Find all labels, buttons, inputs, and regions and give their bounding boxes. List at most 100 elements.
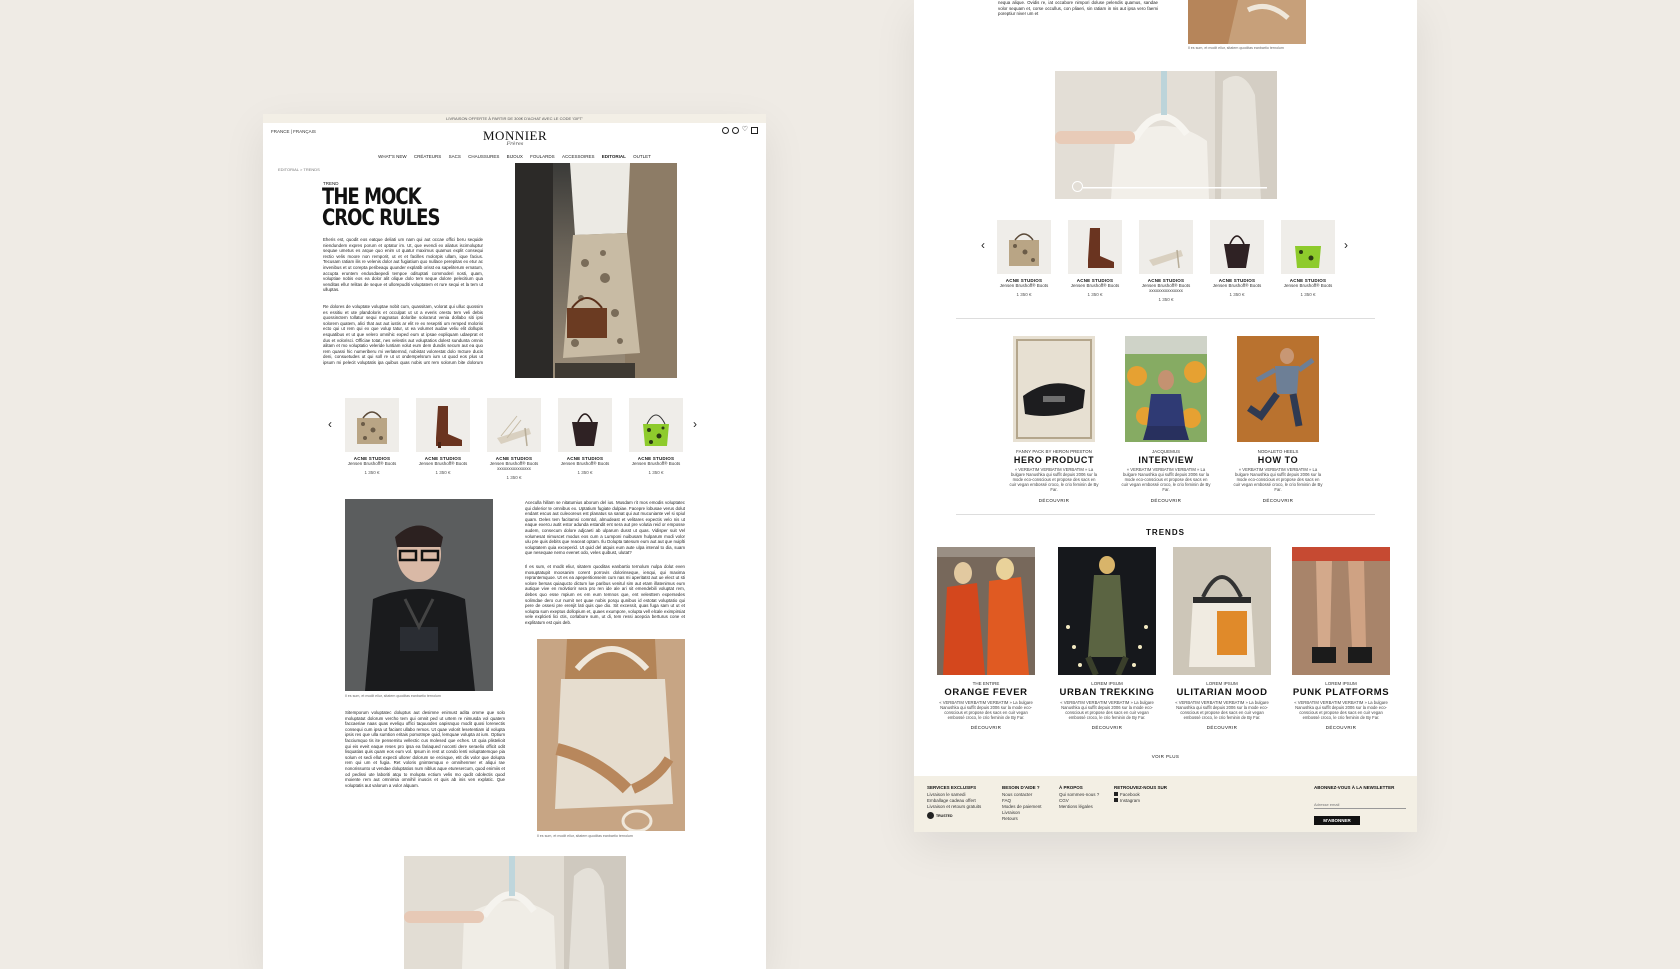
carousel-next-button[interactable]: ›: [693, 417, 697, 431]
product-price: 1 350 €: [1158, 297, 1174, 302]
discover-link[interactable]: DÉCOUVRIR: [936, 725, 1036, 730]
image-caption: Il es sum, et modit eliur, sitatem quodi…: [1188, 46, 1284, 50]
newsletter-email-input[interactable]: [1314, 801, 1406, 809]
product-name: Jensen Brushoff® Boots: [631, 461, 681, 466]
feature-title: HOW TO: [1257, 455, 1299, 465]
feature-image-fanny-pack: [1013, 336, 1095, 442]
product-image-strappy-heel: [1139, 220, 1193, 274]
hero-image-croc-skirt: [515, 163, 677, 378]
footer-col-social: RETROUVEZ-NOUS SUR Facebook Instagram: [1114, 785, 1167, 804]
footer-link[interactable]: Livraison et retours gratuits: [927, 804, 981, 810]
newsletter-title: ABONNEZ-VOUS À LA NEWSLETTER: [1314, 785, 1395, 790]
trusted-label: TRUSTED: [936, 813, 953, 818]
discover-link[interactable]: DÉCOUVRIR: [1233, 498, 1323, 503]
nav-item-bijoux[interactable]: BIJOUX: [507, 154, 523, 159]
footer-link[interactable]: Retours: [1002, 816, 1042, 822]
product-card[interactable]: ACNE STUDIOS Jensen Brushoff® Boots 1 35…: [997, 220, 1051, 297]
article-body-top: nequa alique. Ovidis re, iat occabore ni…: [998, 0, 1158, 17]
video-player[interactable]: [1055, 71, 1277, 199]
product-card[interactable]: ACNE STUDIOS Jensen Brushoff® Boots 1 35…: [345, 398, 399, 475]
product-name: Jensen Brushoff® Boots: [999, 283, 1049, 288]
product-card[interactable]: ACNE STUDIOS Jensen Brushoff® Boots 1 35…: [1281, 220, 1335, 297]
subscribe-button[interactable]: M'ABONNER: [1314, 816, 1360, 825]
nav-item-editorial[interactable]: EDITORIAL: [602, 154, 626, 159]
feature-desc: « VERBATIM VERBATIM VERBATIM » La bulgar…: [1009, 467, 1099, 492]
article-title: THE MOCK CROC RULES: [322, 187, 440, 230]
article-body-3: Aceculla hillam se nitatumius aborum del…: [525, 500, 685, 556]
product-price: 1 350 €: [1016, 292, 1032, 297]
product-image-black-bag: [558, 398, 612, 452]
product-card[interactable]: ACNE STUDIOS Jensen Brushoff® Boots 1 35…: [629, 398, 683, 475]
product-price: 1 350 €: [577, 470, 593, 475]
feature-card-interview[interactable]: JACQUEMUS INTERVIEW « VERBATIM VERBATIM …: [1121, 336, 1211, 503]
trend-image-trench: [1058, 547, 1156, 675]
feature-card-hero-product[interactable]: FANNY PACK BY HERON PRESTON HERO PRODUCT…: [1009, 336, 1099, 503]
facebook-icon: [1114, 792, 1118, 796]
product-card[interactable]: ACNE STUDIOS Jensen Brushoff® Boots xxxx…: [1139, 220, 1193, 302]
main-nav: WHAT'S NEW CRÉATEURS SACS CHAUSSURES BIJ…: [263, 154, 766, 159]
discover-link[interactable]: DÉCOUVRIR: [1291, 725, 1391, 730]
carousel-next-button[interactable]: ›: [1344, 238, 1348, 252]
instagram-link[interactable]: Instagram: [1114, 798, 1167, 804]
cart-icon[interactable]: [751, 127, 758, 134]
discover-link[interactable]: DÉCOUVRIR: [1057, 725, 1157, 730]
product-card[interactable]: ACNE STUDIOS Jensen Brushoff® Boots 1 35…: [1210, 220, 1264, 297]
feature-desc: « VERBATIM VERBATIM VERBATIM » La bulgar…: [1233, 467, 1323, 492]
trend-desc: « VERBATIM VERBATIM VERBATIM » La bulgar…: [1175, 700, 1269, 720]
instagram-label: Instagram: [1120, 798, 1141, 803]
feature-kicker: FANNY PACK BY HERON PRESTON: [1016, 449, 1092, 454]
discover-link[interactable]: DÉCOUVRIR: [1121, 498, 1211, 503]
footer-col-title: RETROUVEZ-NOUS SUR: [1114, 785, 1168, 790]
header-icons: ♡: [721, 126, 758, 134]
product-card[interactable]: ACNE STUDIOS Jensen Brushoff® Boots 1 35…: [1068, 220, 1122, 297]
trend-card-punk-platforms[interactable]: LOREM IPSUM PUNK PLATFORMS « VERBATIM VE…: [1291, 547, 1391, 730]
search-icon[interactable]: [731, 127, 739, 134]
nav-item-whats-new[interactable]: WHAT'S NEW: [378, 154, 407, 159]
nav-item-sacs[interactable]: SACS: [449, 154, 461, 159]
trend-desc: « VERBATIM VERBATIM VERBATIM » La bulgar…: [939, 700, 1033, 720]
trend-card-ulitarian-mood[interactable]: LOREM IPSUM ULITARIAN MOOD « VERBATIM VE…: [1172, 547, 1272, 730]
footer-link[interactable]: Mentions légales: [1059, 804, 1099, 810]
nav-item-foulards[interactable]: FOULARDS: [530, 154, 555, 159]
trend-card-orange-fever[interactable]: THE ENTIRE ORANGE FEVER « VERBATIM VERBA…: [936, 547, 1036, 730]
feature-image-jacquemus: [1125, 336, 1207, 442]
article-body-5: Sitemporum voluptatec doluptus aut desim…: [345, 710, 505, 788]
carousel-prev-button[interactable]: ‹: [981, 238, 985, 252]
nav-item-createurs[interactable]: CRÉATEURS: [414, 154, 441, 159]
instagram-icon: [1114, 798, 1118, 802]
product-image-brown-boot: [416, 398, 470, 452]
newsletter: ABONNEZ-VOUS À LA NEWSLETTER M'ABONNER: [1314, 785, 1406, 825]
product-image-brown-boot: [1068, 220, 1122, 274]
product-card[interactable]: ACNE STUDIOS Jensen Brushoff® Boots xxxx…: [487, 398, 541, 480]
facebook-label: Facebook: [1120, 792, 1140, 797]
trend-kicker: LOREM IPSUM: [1206, 681, 1238, 686]
account-icon[interactable]: [721, 127, 729, 134]
nav-item-accessoires[interactable]: ACCESSOIRES: [562, 154, 595, 159]
brand-logo[interactable]: MONNIER Frères: [483, 128, 547, 147]
feature-image-nodaleto: [1237, 336, 1319, 442]
article-page-left: LIVRAISON OFFERTE À PARTIR DE 300€ D'ACH…: [263, 114, 766, 969]
discover-link[interactable]: DÉCOUVRIR: [1172, 725, 1272, 730]
nav-item-chaussures[interactable]: CHAUSSURES: [468, 154, 499, 159]
trend-desc: « VERBATIM VERBATIM VERBATIM » La bulgar…: [1294, 700, 1388, 720]
trend-card-urban-trekking[interactable]: LOREM IPSUM URBAN TREKKING « VERBATIM VE…: [1057, 547, 1157, 730]
footer-col-title: À PROPOS: [1059, 785, 1083, 790]
see-more-link[interactable]: VOIR PLUS: [914, 754, 1417, 759]
image-caption: Il es sum, et modit eliur, sitatem quodi…: [345, 694, 441, 698]
nav-item-outlet[interactable]: OUTLET: [633, 154, 651, 159]
discover-link[interactable]: DÉCOUVRIR: [1009, 498, 1099, 503]
wishlist-icon[interactable]: ♡: [742, 126, 748, 134]
product-price: 1 350 €: [648, 470, 664, 475]
carousel-prev-button[interactable]: ‹: [328, 417, 332, 431]
product-card[interactable]: ACNE STUDIOS Jensen Brushoff® Boots 1 35…: [416, 398, 470, 475]
product-name: Jensen Brushoff® Boots: [347, 461, 397, 466]
locale-selector[interactable]: FRANCE | FRANÇAIS: [271, 129, 316, 135]
article-body-2: Re dolores de voluptate voluptae nobit c…: [323, 304, 483, 366]
feature-card-how-to[interactable]: NODALETO HEELS HOW TO « VERBATIM VERBATI…: [1233, 336, 1323, 503]
play-icon[interactable]: [1072, 181, 1083, 192]
trend-title: PUNK PLATFORMS: [1292, 687, 1390, 698]
breadcrumb[interactable]: EDITORIAL > TRENDS: [278, 167, 320, 172]
product-price: 1 350 €: [1300, 292, 1316, 297]
footer-col-title: SERVICES EXCLUSIFS: [927, 785, 977, 790]
product-card[interactable]: ACNE STUDIOS Jensen Brushoff® Boots 1 35…: [558, 398, 612, 475]
